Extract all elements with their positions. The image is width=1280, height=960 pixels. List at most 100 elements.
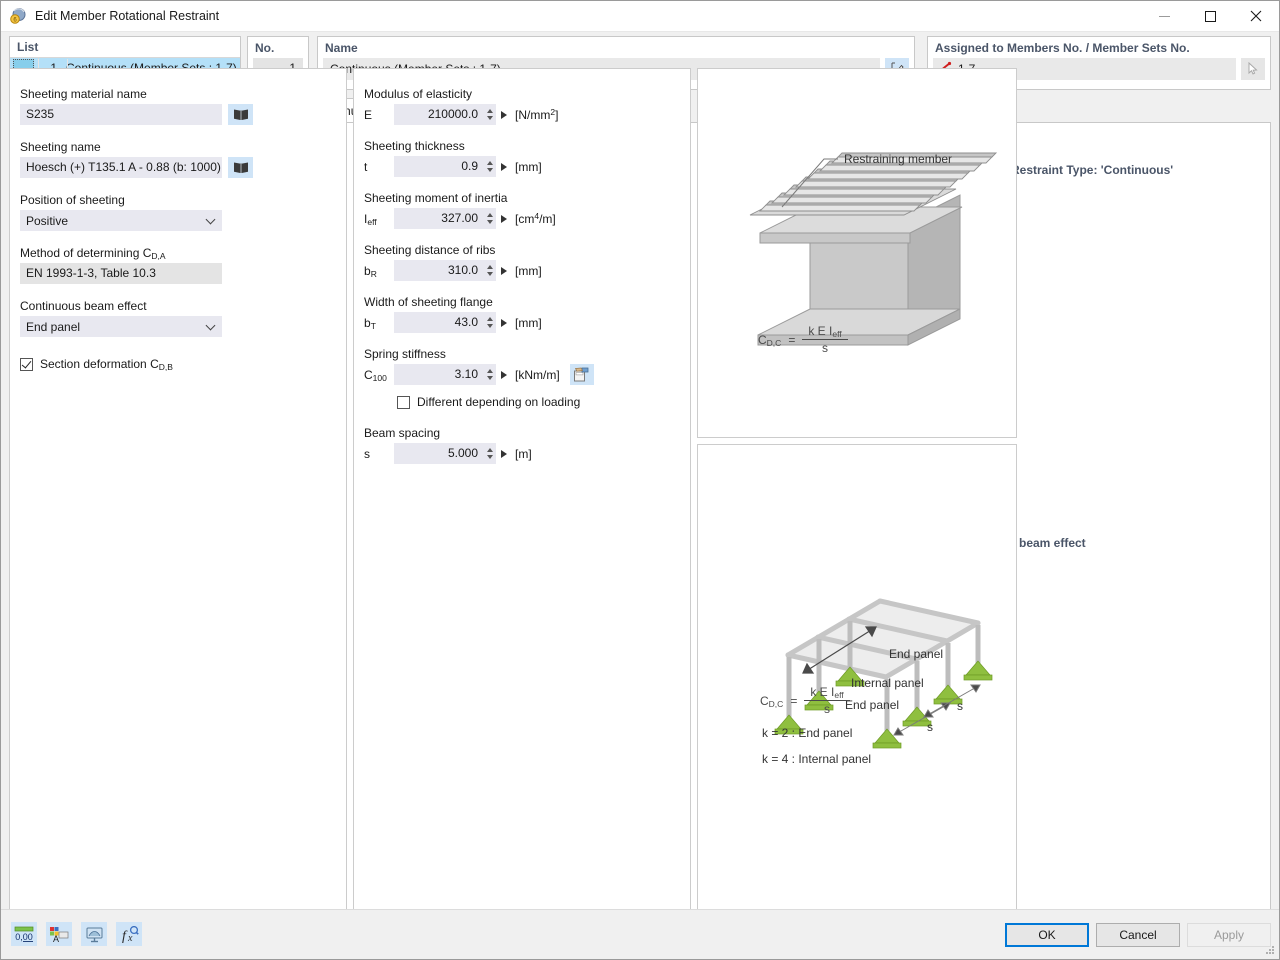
flange-width-dropdown-arrow-icon[interactable] — [501, 318, 507, 327]
modulus-row: E 210000.0 [N/mm2] — [364, 104, 680, 125]
svg-text:A: A — [53, 934, 59, 943]
beam-spacing-dropdown-arrow-icon[interactable] — [501, 449, 507, 458]
sheeting-name-input[interactable]: Hoesch (+) T135.1 A - 0.88 (b: 1000) | D — [20, 157, 222, 178]
sheeting-name-library-button[interactable] — [228, 157, 253, 178]
section-deformation-checkbox-row[interactable]: Section deformation CD,B — [20, 357, 336, 372]
beam-spacing-symbol: s — [364, 446, 370, 461]
spring-stiffness-unit: [kNm/m] — [515, 367, 560, 382]
dialog-body: List 1 Continuous (Member Sets : 1-7) — [1, 32, 1279, 959]
modulus-symbol: E — [364, 107, 373, 122]
flange-width-symbol-sub: T — [370, 320, 376, 331]
restraint-formula: CD,C = k E Ieff s — [758, 324, 848, 355]
parameters-pane: Modulus of elasticity E 210000.0 [N/mm2]… — [353, 68, 691, 949]
beam-formula-lhs: CD,C — [760, 693, 783, 709]
window-title: Edit Member Rotational Restraint — [35, 9, 220, 23]
decimal-places-button[interactable]: 0,00 — [11, 922, 37, 946]
spring-dropdown-arrow-icon[interactable] — [501, 370, 507, 379]
beam-spacing-label: Beam spacing — [364, 426, 441, 440]
inertia-symbol: Ieff — [364, 212, 394, 227]
title-bar: 6 Edit Member Rotational Restraint — [1, 1, 1279, 32]
list-header: List — [10, 37, 240, 58]
thickness-input[interactable]: 0.9 — [394, 156, 484, 177]
position-of-sheeting-select[interactable]: Positive — [20, 210, 222, 231]
ok-button[interactable]: OK — [1005, 923, 1089, 947]
thickness-spinner[interactable] — [484, 156, 496, 177]
method-label-sub: D,A — [151, 251, 166, 261]
sheeting-material-input[interactable]: S235 — [20, 104, 222, 125]
modulus-dropdown-arrow-icon[interactable] — [501, 110, 507, 119]
minimize-button[interactable] — [1141, 1, 1187, 32]
name-label: Name — [325, 41, 358, 55]
svg-text:0,00: 0,00 — [15, 932, 33, 942]
beam-spacing-input[interactable]: 5.000 — [394, 443, 484, 464]
section-deformation-checkbox[interactable] — [20, 357, 33, 371]
spring-stiffness-spinner[interactable] — [484, 364, 496, 385]
cancel-button[interactable]: Cancel — [1096, 923, 1180, 947]
rib-distance-dropdown-arrow-icon[interactable] — [501, 266, 507, 275]
spring-symbol-text: C — [364, 367, 373, 382]
position-of-sheeting-value: Positive — [26, 213, 69, 228]
formula-button[interactable]: f x — [116, 922, 142, 946]
formula-numerator: k E Ieff — [802, 324, 848, 340]
close-button[interactable] — [1233, 1, 1279, 32]
spring-stiffness-label: Spring stiffness — [364, 347, 446, 361]
flange-width-input[interactable]: 43.0 — [394, 312, 484, 333]
modulus-input[interactable]: 210000.0 — [394, 104, 484, 125]
spring-stiffness-input[interactable]: 3.10 — [394, 364, 484, 385]
assigned-label: Assigned to Members No. / Member Sets No… — [935, 41, 1190, 55]
section-deformation-label-sub: D,B — [158, 362, 173, 372]
modulus-unit-sup: 2 — [550, 106, 556, 117]
beam-effect-note-2: k = 4 : Internal panel — [762, 752, 872, 766]
label-end-panel-bottom: End panel — [845, 698, 899, 712]
thickness-unit: [mm] — [515, 159, 542, 174]
formula-equals: = — [788, 332, 796, 347]
flange-width-symbol: bT — [364, 315, 394, 331]
modulus-unit-pre: [N/mm — [515, 107, 551, 122]
maximize-button[interactable] — [1187, 1, 1233, 32]
chevron-down-icon — [205, 214, 216, 225]
svg-text:x: x — [127, 933, 133, 943]
beam-formula-numerator-text: k E I — [810, 685, 835, 699]
modulus-label: Modulus of elasticity — [364, 87, 473, 101]
method-value: EN 1993-1-3, Table 10.3 — [20, 263, 222, 284]
formula-lhs-sub: D,C — [766, 337, 782, 348]
sheeting-name-label: Sheeting name — [20, 140, 101, 154]
thickness-dropdown-arrow-icon[interactable] — [501, 162, 507, 171]
thickness-label: Sheeting thickness — [364, 139, 465, 153]
inertia-dropdown-arrow-icon[interactable] — [501, 214, 507, 223]
spring-symbol-sub: 100 — [372, 372, 387, 383]
different-loading-checkbox[interactable] — [397, 395, 410, 409]
sheeting-material-library-button[interactable] — [228, 104, 253, 125]
beam-formula-lhs-pre: C — [760, 693, 769, 708]
modulus-spinner[interactable] — [484, 104, 496, 125]
units-button[interactable]: A — [46, 922, 72, 946]
modulus-unit: [N/mm2] — [515, 106, 558, 122]
display-button[interactable] — [81, 922, 107, 946]
flange-width-symbol-text: b — [364, 315, 371, 330]
app-icon: 6 — [9, 7, 27, 25]
beam-formula-denominator: s — [823, 702, 830, 716]
position-of-sheeting-label: Position of sheeting — [20, 193, 125, 207]
flange-width-spinner[interactable] — [484, 312, 496, 333]
label-spacing-1: s — [957, 699, 963, 713]
flange-width-row: bT 43.0 [mm] — [364, 312, 680, 333]
beam-effect-select[interactable]: End panel — [20, 316, 222, 337]
beam-spacing-spinner[interactable] — [484, 443, 496, 464]
window-controls — [1141, 1, 1279, 32]
rib-distance-symbol-text: b — [364, 263, 371, 278]
restraint-type-pane: Restraining member CD,C = k E Ieff s — [697, 68, 1017, 438]
different-loading-row[interactable]: Different depending on loading — [397, 395, 680, 409]
resize-grip[interactable] — [1264, 944, 1276, 956]
rib-distance-spinner[interactable] — [484, 260, 496, 281]
label-spacing-2: s — [927, 720, 933, 734]
label-end-panel-top: End panel — [889, 647, 943, 661]
rib-distance-label: Sheeting distance of ribs — [364, 243, 496, 257]
spring-calculator-button[interactable] — [569, 364, 594, 385]
beam-spacing-unit: [m] — [515, 446, 532, 461]
sheeting-material-label: Sheeting material name — [20, 87, 147, 101]
rib-distance-input[interactable]: 310.0 — [394, 260, 484, 281]
beam-effect-value: End panel — [26, 319, 81, 334]
inertia-input[interactable]: 327.00 — [394, 208, 484, 229]
inertia-spinner[interactable] — [484, 208, 496, 229]
rib-distance-row: bR 310.0 [mm] — [364, 260, 680, 281]
